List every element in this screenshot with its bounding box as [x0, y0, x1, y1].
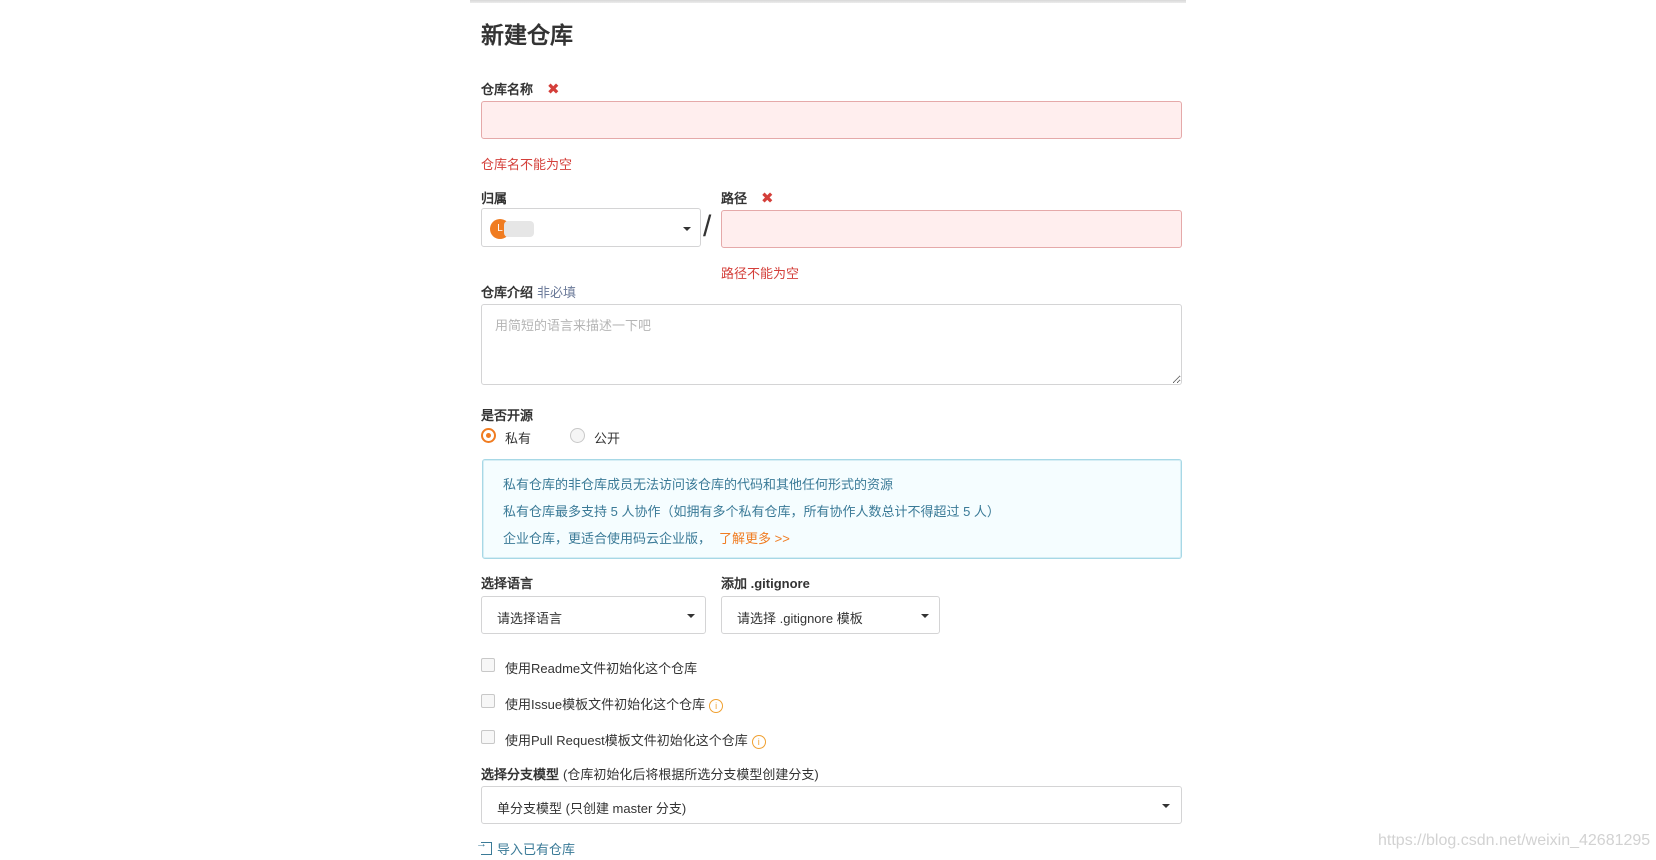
- gitignore-label: 添加 .gitignore: [721, 576, 810, 591]
- page-title: 新建仓库: [481, 22, 573, 48]
- branch-model-select-value: 单分支模型 (只创建 master 分支): [497, 801, 687, 816]
- path-error: 路径不能为空: [721, 266, 800, 281]
- pr-template-checkbox-row: 使用Pull Request模板文件初始化这个仓库 i: [505, 730, 766, 749]
- watermark: https://blog.csdn.net/weixin_42681295: [1378, 832, 1651, 849]
- path-label: 路径: [721, 191, 748, 206]
- info-circle-icon[interactable]: i: [751, 735, 766, 749]
- optional-tag: 非必填: [537, 285, 577, 300]
- pr-template-checkbox-label[interactable]: 使用Pull Request模板文件初始化这个仓库: [505, 733, 748, 748]
- language-select[interactable]: 请选择语言: [481, 596, 706, 634]
- path-input[interactable]: [721, 210, 1182, 248]
- branch-model-label: 选择分支模型: [481, 767, 560, 782]
- branch-model-label-row: 选择分支模型 (仓库初始化后将根据所选分支模型创建分支): [481, 764, 819, 783]
- caret-down-icon: [1162, 804, 1170, 808]
- info-line-2: 私有仓库最多支持 5 人协作（如拥有多个私有仓库，所有协作人数总计不得超过 5 …: [503, 504, 1000, 519]
- caret-down-icon: [683, 227, 691, 231]
- caret-down-icon: [921, 614, 929, 618]
- import-icon: [476, 838, 492, 855]
- branch-model-select[interactable]: 单分支模型 (只创建 master 分支): [481, 786, 1182, 824]
- import-repo-label: 导入已有仓库: [497, 842, 576, 857]
- branch-model-hint: (仓库初始化后将根据所选分支模型创建分支): [563, 767, 819, 782]
- private-info-box: 私有仓库的非仓库成员无法访问该仓库的代码和其他任何形式的资源 私有仓库最多支持 …: [482, 459, 1182, 559]
- required-icon: ✖: [547, 81, 560, 98]
- gitignore-select[interactable]: 请选择 .gitignore 模板: [721, 596, 940, 634]
- issue-template-checkbox-row: 使用Issue模板文件初始化这个仓库 i: [505, 694, 724, 713]
- issue-template-checkbox[interactable]: [481, 694, 495, 708]
- info-line-1: 私有仓库的非仓库成员无法访问该仓库的代码和其他任何形式的资源: [503, 477, 894, 492]
- learn-more-link[interactable]: 了解更多 >>: [719, 531, 790, 546]
- info-line-3: 企业仓库，更适合使用码云企业版， 了解更多 >>: [503, 528, 790, 547]
- private-radio[interactable]: [481, 428, 496, 443]
- description-textarea[interactable]: [481, 304, 1182, 385]
- owner-select[interactable]: L: [481, 208, 701, 247]
- gitignore-select-value: 请选择 .gitignore 模板: [737, 611, 863, 626]
- info-circle-icon[interactable]: i: [709, 699, 724, 713]
- description-label-row: 仓库介绍 非必填: [481, 282, 576, 301]
- repo-name-label-row: 仓库名称 ✖: [481, 79, 560, 98]
- path-label-row: 路径 ✖: [721, 188, 774, 207]
- issue-template-checkbox-label[interactable]: 使用Issue模板文件初始化这个仓库: [505, 697, 705, 712]
- public-radio-label[interactable]: 公开: [594, 428, 620, 447]
- pr-template-checkbox[interactable]: [481, 730, 495, 744]
- info-line-3-text: 企业仓库，更适合使用码云企业版，: [503, 531, 712, 546]
- path-separator: /: [703, 210, 712, 243]
- repo-name-error: 仓库名不能为空: [481, 157, 573, 172]
- language-select-value: 请选择语言: [497, 611, 563, 626]
- caret-down-icon: [687, 614, 695, 618]
- owner-name-blurred: [504, 221, 534, 237]
- repo-name-input[interactable]: [481, 101, 1182, 139]
- top-divider: [470, 0, 1186, 3]
- required-icon: ✖: [761, 190, 774, 207]
- public-radio[interactable]: [570, 428, 585, 443]
- readme-checkbox[interactable]: [481, 658, 495, 672]
- language-label: 选择语言: [481, 576, 534, 591]
- visibility-label: 是否开源: [481, 408, 534, 423]
- private-radio-label[interactable]: 私有: [505, 428, 531, 447]
- readme-checkbox-label[interactable]: 使用Readme文件初始化这个仓库: [505, 658, 697, 677]
- description-label: 仓库介绍: [481, 285, 534, 300]
- owner-label: 归属: [481, 191, 508, 206]
- import-repo-link[interactable]: 导入已有仓库: [476, 838, 576, 858]
- repo-name-label: 仓库名称: [481, 82, 534, 97]
